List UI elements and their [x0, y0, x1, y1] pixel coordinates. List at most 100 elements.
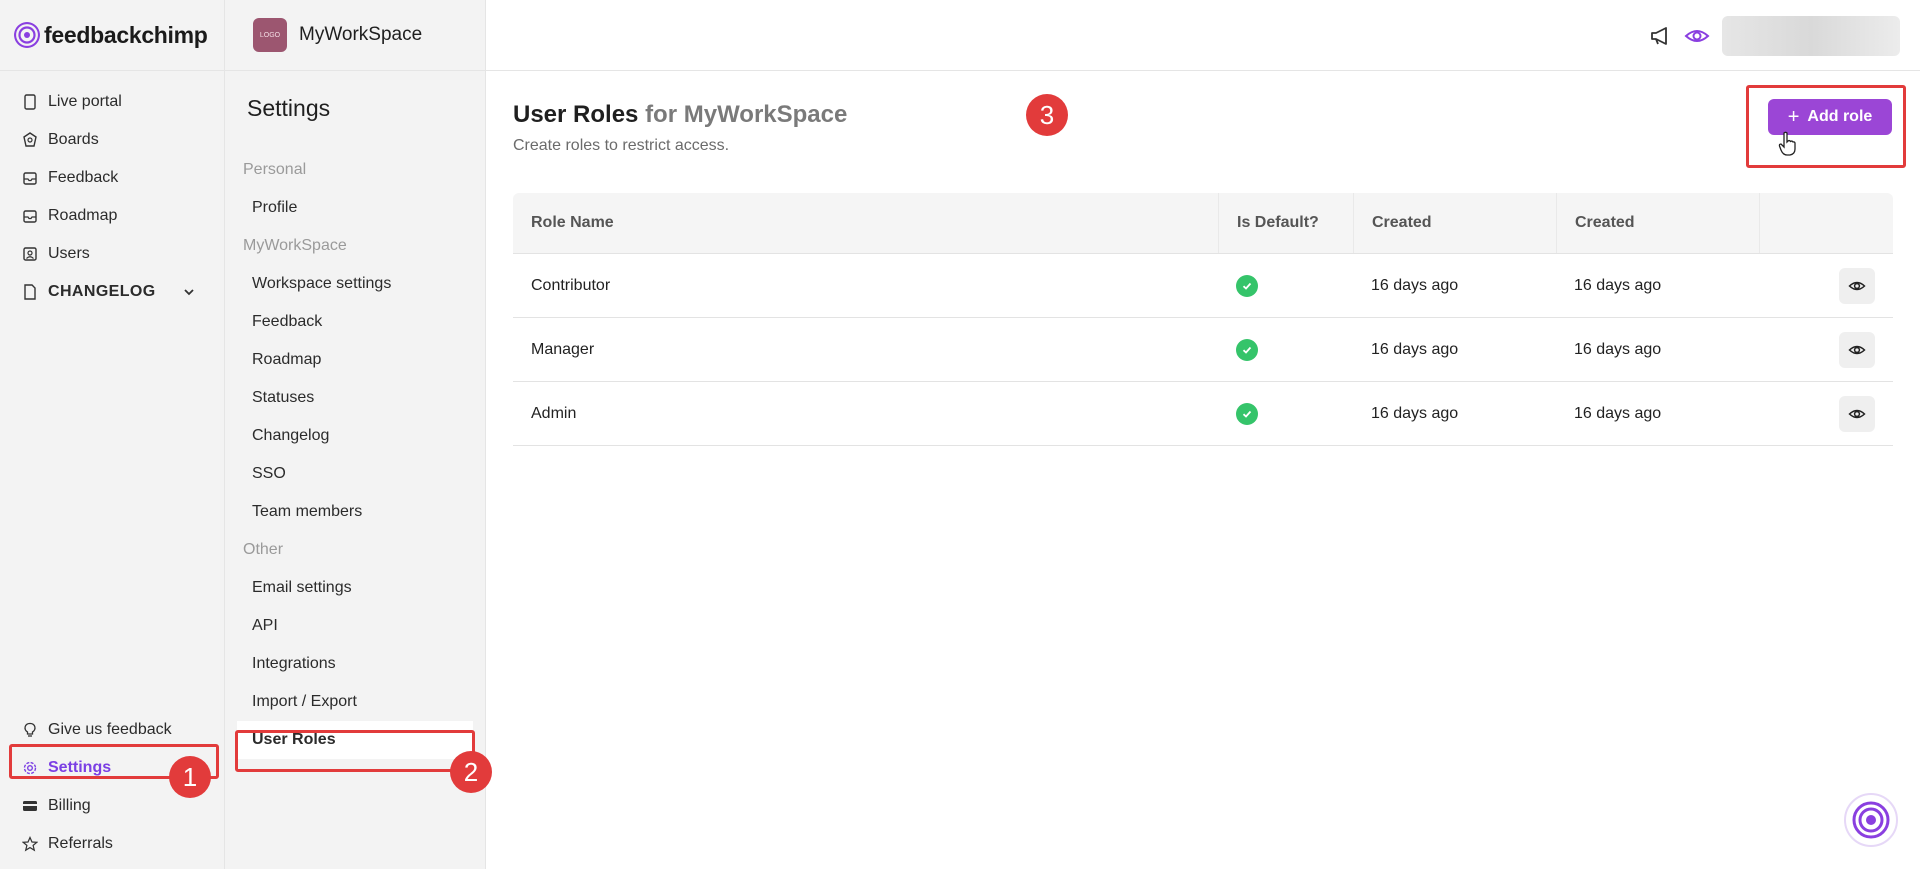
page-subtitle: Create roles to restrict access.	[513, 137, 730, 154]
is-default-cell	[1218, 318, 1353, 381]
nav-label: CHANGELOG	[48, 283, 156, 300]
created-cell: 16 days ago	[1371, 404, 1459, 422]
table-header: Role Name Is Default? Created Created	[513, 193, 1893, 254]
nav-label: Referrals	[48, 835, 113, 852]
top-bar	[486, 0, 1920, 71]
created-cell-2: 16 days ago	[1574, 276, 1662, 294]
check-circle-icon	[1236, 338, 1258, 361]
page-title-text: User Roles	[513, 101, 639, 128]
settings-item-sso[interactable]: SSO	[225, 455, 485, 493]
highlight-add-role	[1746, 85, 1906, 168]
created-cell: 16 days ago	[1371, 340, 1459, 358]
nav-label: Boards	[48, 131, 99, 148]
chevron-down-icon[interactable]	[182, 285, 196, 299]
section-personal: Personal	[243, 161, 307, 178]
nav-label: Users	[48, 245, 90, 262]
workspace-header[interactable]: LOGO MyWorkSpace	[225, 0, 485, 71]
workspace-logo: LOGO	[253, 18, 287, 52]
eye-icon	[1848, 281, 1866, 290]
table-row[interactable]: Admin 16 days ago 16 days ago	[513, 382, 1893, 446]
nav-label: Feedback	[48, 169, 119, 186]
table-row[interactable]: Manager 16 days ago 16 days ago	[513, 318, 1893, 382]
roadmap-icon	[22, 208, 38, 224]
col-actions	[1759, 193, 1893, 253]
view-role-button[interactable]	[1839, 267, 1875, 304]
card-icon	[22, 798, 38, 814]
is-default-cell	[1218, 254, 1353, 317]
settings-item-team-members[interactable]: Team members	[225, 493, 485, 531]
preview-eye-icon[interactable]	[1684, 23, 1710, 49]
user-menu[interactable]	[1722, 16, 1900, 56]
chat-widget-button[interactable]	[1844, 793, 1898, 847]
role-name: Admin	[531, 404, 577, 422]
actions-cell	[1759, 382, 1893, 445]
star-icon	[22, 836, 38, 852]
table-row[interactable]: Contributor 16 days ago 16 days ago	[513, 254, 1893, 318]
eye-icon	[1848, 345, 1866, 354]
brand-name: feedbackchimp	[44, 21, 208, 48]
check-circle-icon	[1236, 402, 1258, 425]
nav-boards[interactable]: Boards	[0, 121, 224, 159]
settings-item-statuses[interactable]: Statuses	[225, 379, 485, 417]
step-badge-1: 1	[169, 756, 211, 798]
created-cell-2: 16 days ago	[1574, 340, 1662, 358]
settings-item-profile[interactable]: Profile	[225, 189, 485, 227]
brand-logo-icon	[14, 22, 40, 48]
settings-item-api[interactable]: API	[225, 607, 485, 645]
view-role-button[interactable]	[1839, 395, 1875, 432]
workspace-name: MyWorkSpace	[299, 24, 423, 45]
settings-item-feedback[interactable]: Feedback	[225, 303, 485, 341]
settings-item-changelog[interactable]: Changelog	[225, 417, 485, 455]
role-name: Contributor	[531, 276, 611, 294]
nav-label: Billing	[48, 797, 91, 814]
actions-cell	[1759, 318, 1893, 381]
view-role-button[interactable]	[1839, 331, 1875, 368]
col-created-2[interactable]: Created	[1556, 193, 1759, 253]
nav-label: Roadmap	[48, 207, 118, 224]
settings-item-workspace-settings[interactable]: Workspace settings	[225, 265, 485, 303]
megaphone-icon[interactable]	[1648, 23, 1674, 49]
settings-item-integrations[interactable]: Integrations	[225, 645, 485, 683]
boards-icon	[22, 132, 38, 148]
col-is-default[interactable]: Is Default?	[1218, 193, 1353, 253]
created-cell-2: 16 days ago	[1574, 404, 1662, 422]
check-circle-icon	[1236, 274, 1258, 297]
hand-cursor-icon	[1778, 131, 1796, 156]
actions-cell	[1759, 254, 1893, 317]
brand[interactable]: feedbackchimp	[0, 0, 224, 71]
is-default-cell	[1218, 382, 1353, 445]
lightbulb-icon	[22, 722, 38, 738]
main-content: User Roles for MyWorkSpace Create roles …	[486, 71, 1920, 869]
settings-item-import-export[interactable]: Import / Export	[225, 683, 485, 721]
role-name: Manager	[531, 340, 595, 358]
highlight-user-roles	[235, 730, 475, 772]
col-created[interactable]: Created	[1353, 193, 1556, 253]
changelog-icon	[22, 284, 38, 300]
step-badge-3: 3	[1026, 94, 1068, 136]
tablet-icon	[22, 94, 38, 110]
col-role-name[interactable]: Role Name	[513, 214, 1218, 232]
settings-title: Settings	[247, 95, 331, 121]
created-cell: 16 days ago	[1371, 276, 1459, 294]
section-workspace: MyWorkSpace	[243, 237, 347, 254]
page-title: User Roles for MyWorkSpace	[513, 101, 847, 129]
nav-label: Live portal	[48, 93, 122, 110]
nav-live-portal[interactable]: Live portal	[0, 83, 224, 121]
nav-feedback[interactable]: Feedback	[0, 159, 224, 197]
users-icon	[22, 246, 38, 262]
nav-referrals[interactable]: Referrals	[0, 825, 224, 863]
nav-roadmap[interactable]: Roadmap	[0, 197, 224, 235]
primary-nav: Live portal Boards Feedback Roadmap User…	[0, 71, 224, 311]
target-logo-icon	[1852, 801, 1890, 839]
eye-icon	[1848, 409, 1866, 418]
nav-label: Give us feedback	[48, 721, 172, 738]
nav-changelog[interactable]: CHANGELOG	[0, 273, 224, 311]
main-sidebar: feedbackchimp Live portal Boards Feedbac…	[0, 0, 225, 869]
roles-table: Role Name Is Default? Created Created Co…	[513, 193, 1893, 446]
settings-item-email-settings[interactable]: Email settings	[225, 569, 485, 607]
settings-item-roadmap[interactable]: Roadmap	[225, 341, 485, 379]
nav-users[interactable]: Users	[0, 235, 224, 273]
inbox-icon	[22, 170, 38, 186]
section-other: Other	[243, 541, 284, 558]
page-title-workspace: for MyWorkSpace	[645, 101, 848, 128]
